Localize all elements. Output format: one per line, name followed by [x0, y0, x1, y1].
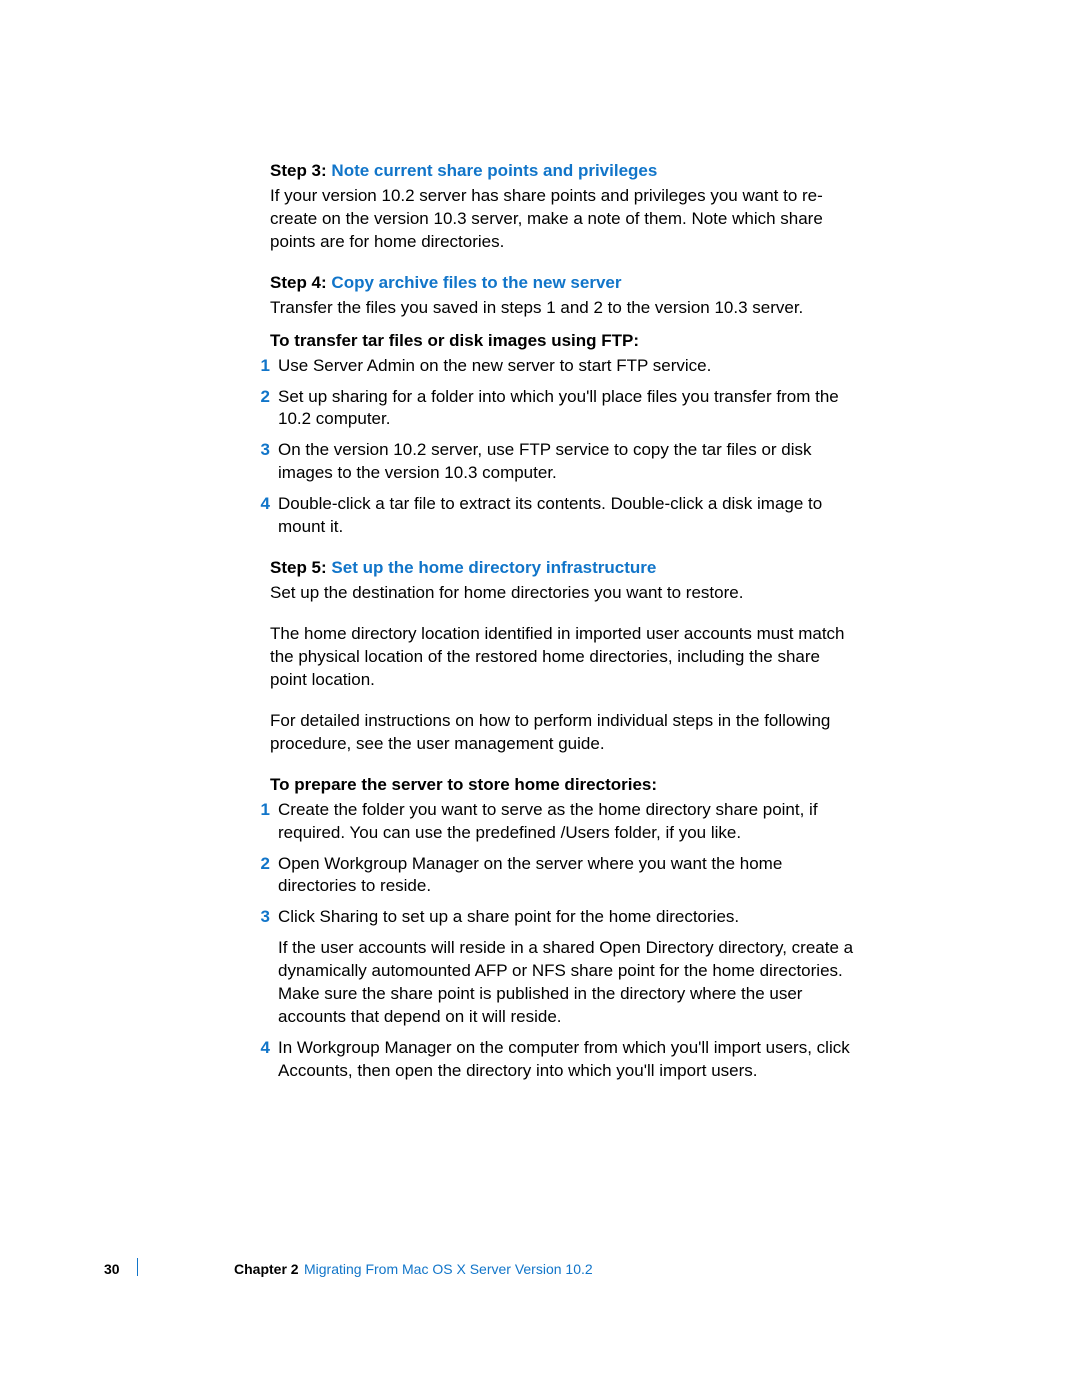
list-item: 4 Double-click a tar file to extract its… [270, 493, 855, 539]
list-text: Click Sharing to set up a share point fo… [278, 906, 855, 929]
step4-heading: Step 4: Copy archive files to the new se… [270, 272, 855, 295]
step3-heading: Step 3: Note current share points and pr… [270, 160, 855, 183]
list-number: 1 [250, 799, 278, 822]
step4-title: Copy archive files to the new server [331, 273, 621, 292]
step4-subhead: To transfer tar files or disk images usi… [270, 330, 855, 353]
list-body: In Workgroup Manager on the computer fro… [278, 1037, 855, 1083]
footer: 30 Chapter 2 Migrating From Mac OS X Ser… [104, 1268, 1080, 1308]
step5-heading: Step 5: Set up the home directory infras… [270, 557, 855, 580]
list-number: 2 [250, 386, 278, 409]
list-item: 3 Click Sharing to set up a share point … [270, 906, 855, 1029]
list-number: 1 [250, 355, 278, 378]
step4-body: Transfer the files you saved in steps 1 … [270, 297, 855, 320]
step4-label: Step 4: [270, 273, 327, 292]
list-body: Double-click a tar file to extract its c… [278, 493, 855, 539]
list-number: 3 [250, 439, 278, 462]
list-number: 2 [250, 853, 278, 876]
list-body: On the version 10.2 server, use FTP serv… [278, 439, 855, 485]
footer-chapter: Chapter 2 [234, 1260, 299, 1279]
list-number: 3 [250, 906, 278, 929]
step3-body: If your version 10.2 server has share po… [270, 185, 855, 254]
step5-p1: Set up the destination for home director… [270, 582, 855, 605]
step5-p3: For detailed instructions on how to perf… [270, 710, 855, 756]
list-item: 1 Create the folder you want to serve as… [270, 799, 855, 845]
footer-divider [137, 1258, 138, 1276]
page-number: 30 [104, 1260, 120, 1279]
step5-title: Set up the home directory infrastructure [331, 558, 656, 577]
list-item: 2 Set up sharing for a folder into which… [270, 386, 855, 432]
list-item: 2 Open Workgroup Manager on the server w… [270, 853, 855, 899]
step3-title: Note current share points and privileges [331, 161, 657, 180]
list-item: 1 Use Server Admin on the new server to … [270, 355, 855, 378]
step4-list: 1 Use Server Admin on the new server to … [270, 355, 855, 540]
step5-p2: The home directory location identified i… [270, 623, 855, 692]
page: Step 3: Note current share points and pr… [0, 0, 1080, 1397]
step5-subhead: To prepare the server to store home dire… [270, 774, 855, 797]
list-number: 4 [250, 1037, 278, 1060]
footer-title: Migrating From Mac OS X Server Version 1… [304, 1260, 593, 1279]
list-item: 4 In Workgroup Manager on the computer f… [270, 1037, 855, 1083]
list-body: Open Workgroup Manager on the server whe… [278, 853, 855, 899]
step5-label: Step 5: [270, 558, 327, 577]
step3-label: Step 3: [270, 161, 327, 180]
content-column: Step 3: Note current share points and pr… [270, 160, 855, 1101]
step5-list: 1 Create the folder you want to serve as… [270, 799, 855, 1083]
list-number: 4 [250, 493, 278, 516]
list-body: Create the folder you want to serve as t… [278, 799, 855, 845]
list-body: Set up sharing for a folder into which y… [278, 386, 855, 432]
list-item: 3 On the version 10.2 server, use FTP se… [270, 439, 855, 485]
list-extra: If the user accounts will reside in a sh… [278, 937, 855, 1029]
list-body: Use Server Admin on the new server to st… [278, 355, 855, 378]
list-body: Click Sharing to set up a share point fo… [278, 906, 855, 1029]
